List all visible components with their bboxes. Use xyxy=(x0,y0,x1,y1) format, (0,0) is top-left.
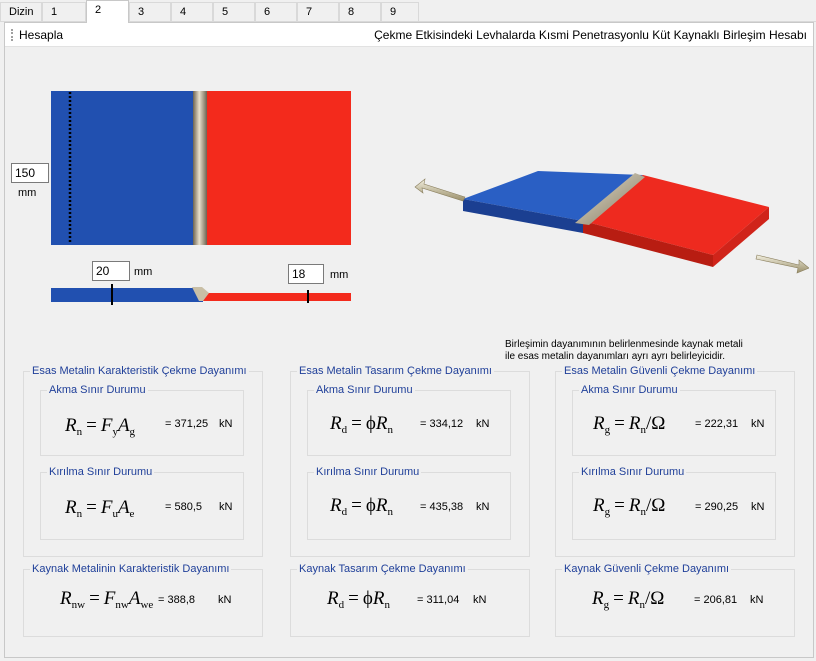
weld-allowable-formula: Rg = Rn/Ω xyxy=(592,588,665,611)
tab-label: 3 xyxy=(138,6,145,18)
plate1-thickness-input[interactable]: 20 xyxy=(92,261,130,281)
rupture-box: Kırılma Sınır Durumu Rg = Rn/Ω = 290,25 kN xyxy=(572,466,776,540)
unit-label: kN xyxy=(218,594,232,606)
red-plate xyxy=(206,91,351,245)
group-title: Kaynak Tasarım Çekme Dayanımı xyxy=(297,563,468,575)
rupture-title: Kırılma Sınır Durumu xyxy=(579,466,687,478)
tab-8[interactable]: 8 xyxy=(339,2,381,22)
tab-label: 6 xyxy=(264,6,271,18)
calculate-button[interactable]: Hesapla xyxy=(19,28,63,42)
allowable-rupture-formula: Rg = Rn/Ω xyxy=(593,495,666,518)
yield-box: Akma Sınır Durumu Rn = FyAg = 371,25 kN xyxy=(40,384,244,456)
isometric-drawing xyxy=(414,171,809,274)
nominal-yield-formula: Rn = FyAg xyxy=(65,415,136,438)
unit-label: kN xyxy=(751,418,765,430)
weld-design-group: Kaynak Tasarım Çekme Dayanımı Rd = ϕRn = 3… xyxy=(290,563,530,637)
weld-design-formula: Rd = ϕRn xyxy=(327,588,390,611)
section-view-drawing xyxy=(51,284,351,305)
strength-note: Birleşimin dayanımının belirlenmesinde k… xyxy=(505,339,743,363)
group-title: Esas Metalin Karakteristik Çekme Dayanım… xyxy=(30,365,249,377)
tab-label: 4 xyxy=(180,6,187,18)
left-force-arrow-icon xyxy=(414,178,466,202)
group-title: Kaynak Metalinin Karakteristik Dayanımı xyxy=(30,563,232,575)
unit-label: kN xyxy=(476,418,490,430)
yield-box: Akma Sınır Durumu Rg = Rn/Ω = 222,31 kN xyxy=(572,384,776,456)
rupture-box: Kırılma Sınır Durumu Rn = FuAe = 580,5 kN xyxy=(40,466,244,540)
yield-box: Akma Sınır Durumu Rd = ϕRn = 334,12 kN xyxy=(307,384,511,456)
right-force-arrow-icon xyxy=(755,254,809,274)
tab-label: 5 xyxy=(222,6,229,18)
design-rupture-value: = 435,38 xyxy=(420,501,464,513)
blue-plate-section xyxy=(51,288,203,302)
red-plate-section xyxy=(201,293,351,301)
tab-1[interactable]: 1 xyxy=(42,2,86,22)
group-title: Kaynak Güvenli Çekme Dayanımı xyxy=(562,563,732,575)
group-title: Esas Metalin Tasarım Çekme Dayanımı xyxy=(297,365,494,377)
yield-title: Akma Sınır Durumu xyxy=(47,384,148,396)
nominal-rupture-value: = 580,5 xyxy=(165,501,203,513)
weld-design-value: = 311,04 xyxy=(417,594,460,606)
weld-characteristic-group: Kaynak Metalinin Karakteristik Dayanımı … xyxy=(23,563,263,637)
weld-allowable-group: Kaynak Güvenli Çekme Dayanımı Rg = Rn/Ω = … xyxy=(555,563,795,637)
weld-allowable-value: = 206,81 xyxy=(694,594,738,606)
tab-label: 2 xyxy=(95,4,102,16)
weld-nominal-value: = 388,8 xyxy=(158,594,196,606)
tab-label: 7 xyxy=(306,6,313,18)
rupture-title: Kırılma Sınır Durumu xyxy=(314,466,422,478)
design-rupture-formula: Rd = ϕRn xyxy=(330,495,393,518)
tab-7[interactable]: 7 xyxy=(297,2,339,22)
allowable-rupture-value: = 290,25 xyxy=(695,501,739,513)
nominal-yield-value: = 371,25 xyxy=(165,418,209,430)
plate-width-unit: mm xyxy=(18,187,37,199)
tab-label: 9 xyxy=(390,6,397,18)
tab-label: 8 xyxy=(348,6,355,18)
plate-width-input[interactable]: 150 xyxy=(11,163,49,183)
weld-nominal-formula: Rnw = FnwAwe xyxy=(60,588,154,611)
unit-label: kN xyxy=(750,594,764,606)
tab-4[interactable]: 4 xyxy=(171,2,213,22)
tab-6[interactable]: 6 xyxy=(255,2,297,22)
group-title: Esas Metalin Güvenli Çekme Dayanımı xyxy=(562,365,758,377)
unit-label: kN xyxy=(476,501,490,513)
note-line-2: ile esas metalin dayanımları ayrı ayrı b… xyxy=(505,351,726,362)
weld-seam xyxy=(193,91,207,245)
tab-5[interactable]: 5 xyxy=(213,2,255,22)
note-line-1: Birleşimin dayanımının belirlenmesinde k… xyxy=(505,339,743,350)
toolbar: Hesapla Çekme Etkisindeki Levhalarda Kıs… xyxy=(5,23,813,47)
yield-title: Akma Sınır Durumu xyxy=(314,384,415,396)
design-yield-formula: Rd = ϕRn xyxy=(330,413,393,436)
tab-9[interactable]: 9 xyxy=(381,2,419,22)
rupture-box: Kırılma Sınır Durumu Rd = ϕRn = 435,38 kN xyxy=(307,466,511,540)
unit-label: kN xyxy=(219,418,233,430)
rupture-title: Kırılma Sınır Durumu xyxy=(47,466,155,478)
toolbar-title: Çekme Etkisindeki Levhalarda Kısmi Penet… xyxy=(374,28,807,42)
plate2-thickness-input[interactable]: 18 xyxy=(288,264,324,284)
characteristic-strength-group: Esas Metalin Karakteristik Çekme Dayanım… xyxy=(23,365,263,557)
blue-plate xyxy=(51,91,194,245)
allowable-yield-formula: Rg = Rn/Ω xyxy=(593,413,666,436)
yield-title: Akma Sınır Durumu xyxy=(579,384,680,396)
allowable-strength-group: Esas Metalin Güvenli Çekme Dayanımı Akma… xyxy=(555,365,795,557)
tab-page: Hesapla Çekme Etkisindeki Levhalarda Kıs… xyxy=(4,22,814,658)
tab-label: Dizin xyxy=(9,6,34,18)
plan-view-drawing xyxy=(51,91,351,245)
tab-label: 1 xyxy=(51,6,58,18)
tab-dizin[interactable]: Dizin xyxy=(0,2,42,22)
toolbar-grip-icon[interactable] xyxy=(11,29,13,41)
plate1-thickness-unit: mm xyxy=(134,266,153,278)
unit-label: kN xyxy=(751,501,765,513)
nominal-rupture-formula: Rn = FuAe xyxy=(65,497,135,520)
tab-3[interactable]: 3 xyxy=(129,2,171,22)
design-strength-group: Esas Metalin Tasarım Çekme Dayanımı Akma… xyxy=(290,365,530,557)
tab-2[interactable]: 2 xyxy=(86,0,129,23)
plate2-thickness-unit: mm xyxy=(330,269,349,281)
unit-label: kN xyxy=(473,594,487,606)
design-yield-value: = 334,12 xyxy=(420,418,464,430)
unit-label: kN xyxy=(219,501,233,513)
allowable-yield-value: = 222,31 xyxy=(695,418,739,430)
tab-strip: Dizin 1 2 3 4 5 6 7 8 9 xyxy=(0,0,816,23)
